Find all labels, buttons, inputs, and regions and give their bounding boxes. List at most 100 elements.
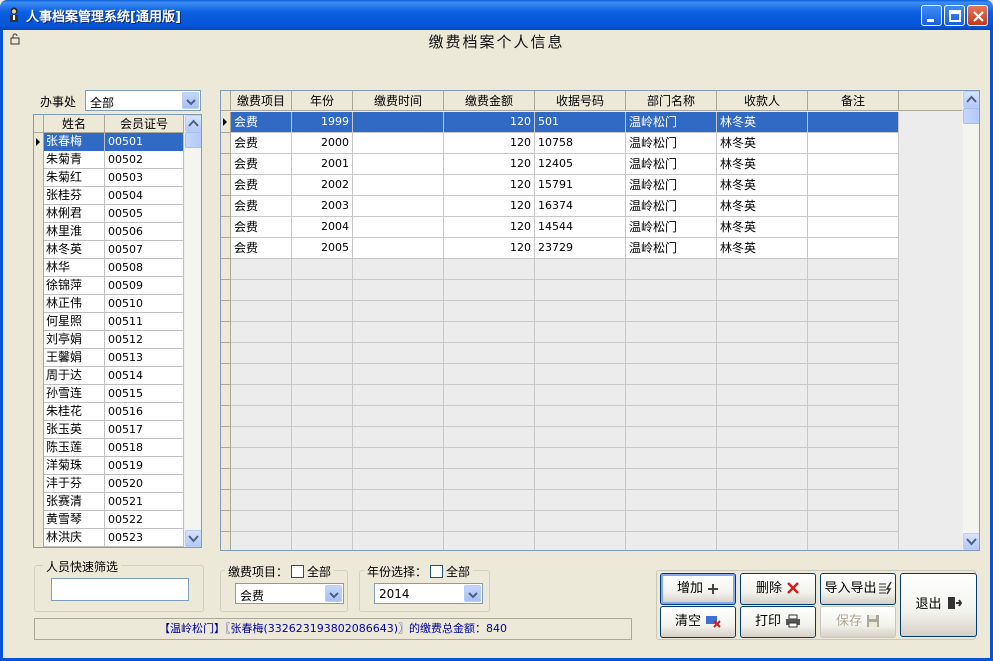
pay-time-cell[interactable] [353, 364, 444, 385]
row-indicator[interactable] [34, 439, 44, 457]
member-row[interactable]: 黄雪琴 00522 [34, 511, 184, 529]
fee-item-cell[interactable] [231, 406, 292, 427]
member-row[interactable]: 王馨娟 00513 [34, 349, 184, 367]
dept-name-cell[interactable]: 温岭松门 [626, 154, 717, 175]
fee-grid[interactable]: 缴费项目 年份 缴费时间 缴费金额 收据号码 部门名称 收款人 备注 会费 1999 120 501… [220, 90, 980, 551]
fee-item-cell[interactable] [231, 259, 292, 280]
amount-cell[interactable] [444, 406, 535, 427]
dept-name-cell[interactable]: 温岭松门 [626, 112, 717, 133]
receipt-no-cell[interactable]: 15791 [535, 175, 626, 196]
member-id-cell[interactable]: 00507 [105, 241, 184, 259]
remark-cell[interactable] [808, 427, 899, 448]
pay-time-cell[interactable] [353, 175, 444, 196]
year-select[interactable]: 2014 [374, 583, 483, 604]
row-indicator[interactable] [34, 259, 44, 277]
payee-cell[interactable] [717, 322, 808, 343]
amount-cell[interactable] [444, 301, 535, 322]
pay-time-cell[interactable] [353, 427, 444, 448]
fee-item-all-checkbox[interactable] [291, 565, 305, 578]
member-id-cell[interactable]: 00502 [105, 151, 184, 169]
member-row[interactable]: 林冬英 00507 [34, 241, 184, 259]
row-indicator[interactable] [221, 469, 231, 490]
close-button[interactable] [967, 5, 988, 26]
member-row[interactable]: 陈玉莲 00518 [34, 439, 184, 457]
receipt-no-cell[interactable] [535, 385, 626, 406]
dropdown-arrow-icon[interactable] [325, 585, 342, 602]
year-cell[interactable] [292, 364, 353, 385]
column-header-dept-name[interactable]: 部门名称 [626, 91, 717, 111]
row-indicator[interactable] [221, 364, 231, 385]
scroll-thumb[interactable] [185, 132, 201, 148]
year-cell[interactable] [292, 322, 353, 343]
member-row[interactable]: 周于达 00514 [34, 367, 184, 385]
row-indicator[interactable] [34, 331, 44, 349]
member-id-cell[interactable]: 00501 [105, 133, 184, 151]
payee-cell[interactable]: 林冬英 [717, 154, 808, 175]
payee-cell[interactable] [717, 490, 808, 511]
year-cell[interactable]: 2004 [292, 217, 353, 238]
dept-name-cell[interactable] [626, 259, 717, 280]
payee-cell[interactable] [717, 469, 808, 490]
row-pointer-icon[interactable] [34, 133, 44, 151]
payee-cell[interactable]: 林冬英 [717, 217, 808, 238]
member-row[interactable]: 张桂芬 00504 [34, 187, 184, 205]
fee-item-cell[interactable]: 会费 [231, 217, 292, 238]
member-name-cell[interactable]: 张赛清 [44, 493, 105, 511]
payee-cell[interactable]: 林冬英 [717, 238, 808, 259]
dept-name-cell[interactable] [626, 280, 717, 301]
column-header-remark[interactable]: 备注 [808, 91, 899, 111]
minimize-button[interactable] [921, 5, 942, 26]
remark-cell[interactable] [808, 511, 899, 532]
payee-cell[interactable] [717, 364, 808, 385]
pay-time-cell[interactable] [353, 259, 444, 280]
row-indicator[interactable] [221, 217, 231, 238]
fee-item-cell[interactable]: 会费 [231, 112, 292, 133]
receipt-no-cell[interactable] [535, 364, 626, 385]
dept-name-cell[interactable]: 温岭松门 [626, 196, 717, 217]
scroll-down-icon[interactable] [185, 530, 201, 547]
receipt-no-cell[interactable] [535, 490, 626, 511]
member-id-cell[interactable]: 00511 [105, 313, 184, 331]
amount-cell[interactable]: 120 [444, 217, 535, 238]
maximize-button[interactable] [944, 5, 965, 26]
member-row[interactable]: 刘亭娟 00512 [34, 331, 184, 349]
fee-row[interactable]: 会费 2004 120 14544 温岭松门 林冬英 [221, 217, 962, 238]
amount-cell[interactable]: 120 [444, 154, 535, 175]
member-id-cell[interactable]: 00503 [105, 169, 184, 187]
receipt-no-cell[interactable]: 16374 [535, 196, 626, 217]
remark-cell[interactable] [808, 196, 899, 217]
receipt-no-cell[interactable] [535, 427, 626, 448]
fee-item-cell[interactable] [231, 343, 292, 364]
remark-cell[interactable] [808, 133, 899, 154]
payee-cell[interactable]: 林冬英 [717, 196, 808, 217]
year-cell[interactable] [292, 343, 353, 364]
fee-item-cell[interactable] [231, 322, 292, 343]
amount-cell[interactable] [444, 532, 535, 550]
dropdown-arrow-icon[interactable] [182, 92, 199, 109]
pay-time-cell[interactable] [353, 469, 444, 490]
member-row[interactable]: 何星照 00511 [34, 313, 184, 331]
amount-cell[interactable] [444, 427, 535, 448]
row-indicator[interactable] [34, 187, 44, 205]
remark-cell[interactable] [808, 322, 899, 343]
member-name-cell[interactable]: 洋菊珠 [44, 457, 105, 475]
receipt-no-cell[interactable] [535, 469, 626, 490]
member-name-cell[interactable]: 周于达 [44, 367, 105, 385]
receipt-no-cell[interactable] [535, 532, 626, 550]
fee-item-cell[interactable] [231, 280, 292, 301]
member-row[interactable]: 沣于芬 00520 [34, 475, 184, 493]
print-button[interactable]: 打印 [740, 606, 816, 638]
receipt-no-cell[interactable] [535, 259, 626, 280]
pay-time-cell[interactable] [353, 133, 444, 154]
column-header-year[interactable]: 年份 [292, 91, 353, 111]
row-indicator[interactable] [34, 205, 44, 223]
row-indicator[interactable] [34, 367, 44, 385]
pay-time-cell[interactable] [353, 343, 444, 364]
scroll-thumb[interactable] [963, 108, 979, 124]
pay-time-cell[interactable] [353, 532, 444, 550]
row-indicator[interactable] [221, 490, 231, 511]
row-indicator[interactable] [34, 223, 44, 241]
column-header-name[interactable]: 姓名 [44, 115, 105, 133]
member-name-cell[interactable]: 徐锦萍 [44, 277, 105, 295]
amount-cell[interactable] [444, 490, 535, 511]
